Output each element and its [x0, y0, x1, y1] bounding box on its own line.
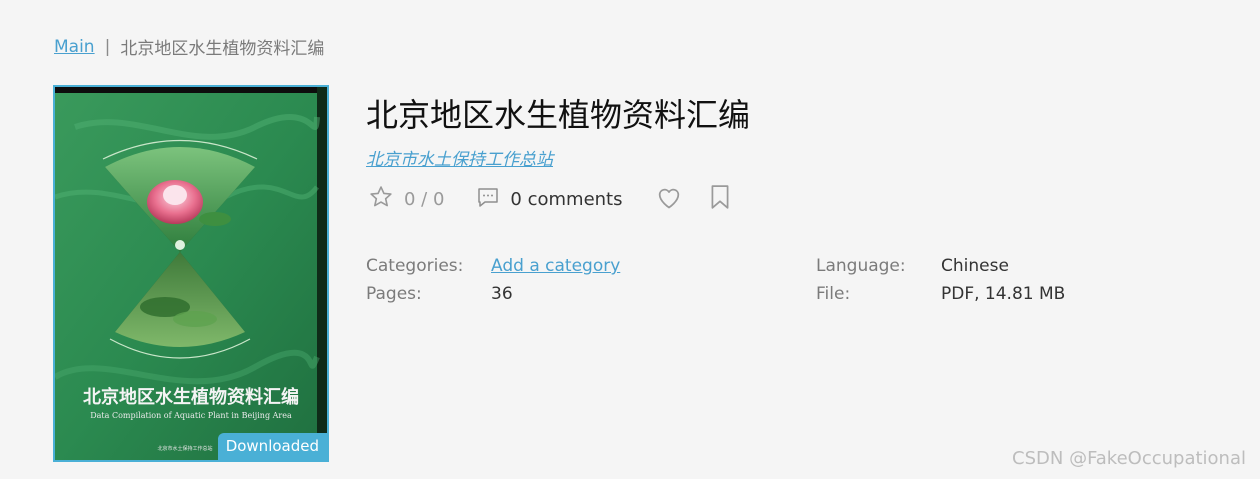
- meta-row-categories: Categories: Add a category: [366, 252, 620, 280]
- meta-right: Language: Chinese File: PDF, 14.81 MB: [816, 252, 1065, 308]
- rating-value: 0 / 0: [404, 189, 445, 210]
- rating[interactable]: 0 / 0: [368, 184, 444, 215]
- file-label: File:: [816, 284, 851, 304]
- language-value: Chinese: [941, 256, 1009, 276]
- meta-left: Categories: Add a category Pages: 36: [366, 252, 620, 308]
- meta-row-file: File: PDF, 14.81 MB: [816, 280, 1065, 308]
- watermark: CSDN @FakeOccupational: [1012, 448, 1246, 469]
- star-outline-icon: [368, 184, 394, 215]
- book-title: 北京地区水生植物资料汇编: [366, 96, 751, 134]
- pages-value: 36: [491, 284, 513, 304]
- comment-icon: [476, 185, 500, 214]
- book-actions: 0 / 0 0 comments: [368, 184, 731, 215]
- book-cover[interactable]: 北京地区水生植物资料汇编 Data Compilation of Aquatic…: [53, 85, 329, 462]
- meta-row-language: Language: Chinese: [816, 252, 1065, 280]
- categories-label: Categories:: [366, 256, 464, 276]
- breadcrumb-main-link[interactable]: Main: [54, 37, 95, 57]
- bookmark-icon[interactable]: [709, 184, 731, 215]
- cover-publisher: 北京市水土保持工作总站: [157, 445, 212, 452]
- file-value: PDF, 14.81 MB: [941, 284, 1066, 304]
- downloaded-badge: Downloaded: [217, 433, 327, 460]
- breadcrumb-separator: |: [104, 36, 111, 57]
- cover-title-cn: 北京地区水生植物资料汇编: [83, 386, 299, 408]
- add-category-link[interactable]: Add a category: [491, 256, 620, 276]
- cover-title-en: Data Compilation of Aquatic Plant in Bei…: [90, 411, 292, 420]
- pages-label: Pages:: [366, 284, 422, 304]
- breadcrumb-current: 北京地区水生植物资料汇编: [120, 39, 325, 59]
- language-label: Language:: [816, 256, 906, 276]
- book-cover-image: 北京地区水生植物资料汇编 Data Compilation of Aquatic…: [55, 87, 327, 460]
- meta-row-pages: Pages: 36: [366, 280, 620, 308]
- comments-count: 0 comments: [510, 189, 623, 210]
- breadcrumb: Main | 北京地区水生植物资料汇编: [54, 34, 325, 60]
- author-link[interactable]: 北京市水土保持工作总站: [366, 145, 750, 170]
- heart-icon[interactable]: [655, 184, 683, 215]
- comments-link[interactable]: 0 comments: [476, 185, 623, 214]
- book-info: 北京地区水生植物资料汇编 北京市水土保持工作总站: [366, 95, 750, 170]
